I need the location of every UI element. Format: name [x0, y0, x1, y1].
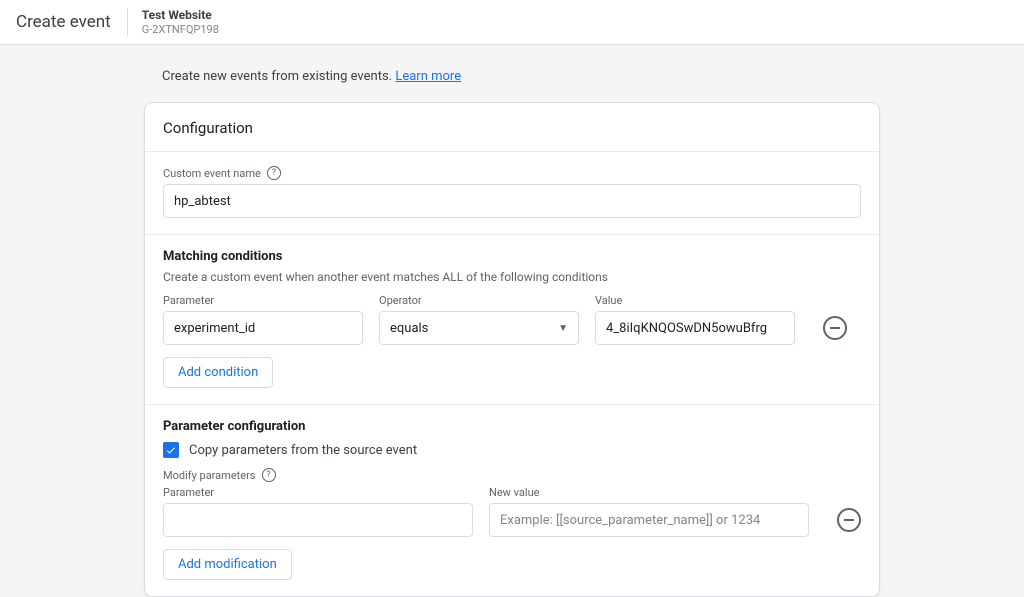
modification-row: Parameter New value [163, 486, 861, 537]
modify-parameters-label: Modify parameters ? [163, 468, 861, 482]
condition-value-input[interactable] [595, 311, 795, 345]
section-matching-conditions: Matching conditions Create a custom even… [145, 234, 879, 404]
card-title: Configuration [145, 103, 879, 151]
modify-parameters-label-text: Modify parameters [163, 469, 256, 482]
page-title: Create event [16, 12, 127, 32]
modification-parameter-input[interactable] [163, 503, 473, 537]
configuration-card: Configuration Custom event name ? Matchi… [144, 102, 880, 597]
help-icon[interactable]: ? [267, 166, 281, 180]
matching-desc: Create a custom event when another event… [163, 270, 861, 284]
condition-row: Parameter Operator equals ▼ Value [163, 294, 861, 345]
condition-parameter-input[interactable] [163, 311, 363, 345]
mod-newvalue-label: New value [489, 486, 809, 499]
copy-parameters-row: Copy parameters from the source event [163, 442, 861, 458]
minus-icon [830, 327, 840, 329]
modification-newvalue-input[interactable] [489, 503, 809, 537]
intro-text: Create new events from existing events. … [144, 69, 880, 84]
chevron-down-icon: ▼ [558, 323, 568, 334]
custom-event-name-label-text: Custom event name [163, 167, 261, 180]
condition-operator-select[interactable]: equals ▼ [379, 311, 579, 345]
help-icon[interactable]: ? [262, 468, 276, 482]
custom-event-name-label: Custom event name ? [163, 166, 861, 180]
copy-parameters-checkbox[interactable] [163, 442, 179, 458]
add-modification-button[interactable]: Add modification [163, 549, 292, 580]
site-id: G-2XTNFQP198 [142, 23, 219, 37]
intro-text-label: Create new events from existing events. [162, 69, 392, 84]
copy-parameters-label: Copy parameters from the source event [189, 443, 417, 458]
remove-condition-button[interactable] [823, 316, 847, 340]
add-condition-button[interactable]: Add condition [163, 357, 273, 388]
matching-title: Matching conditions [163, 249, 861, 264]
value-label: Value [595, 294, 795, 307]
header-divider [127, 8, 128, 36]
top-bar: Create event Test Website G-2XTNFQP198 [0, 0, 1024, 45]
paramcfg-title: Parameter configuration [163, 419, 861, 434]
site-info: Test Website G-2XTNFQP198 [142, 8, 219, 37]
parameter-label: Parameter [163, 294, 363, 307]
section-parameter-configuration: Parameter configuration Copy parameters … [145, 404, 879, 596]
learn-more-link[interactable]: Learn more [395, 69, 461, 84]
minus-icon [844, 519, 854, 521]
custom-event-name-input[interactable] [163, 184, 861, 218]
check-icon [165, 444, 177, 456]
section-custom-name: Custom event name ? [145, 151, 879, 234]
remove-modification-button[interactable] [837, 508, 861, 532]
operator-label: Operator [379, 294, 579, 307]
site-name: Test Website [142, 8, 219, 23]
operator-value: equals [390, 321, 428, 336]
mod-parameter-label: Parameter [163, 486, 473, 499]
